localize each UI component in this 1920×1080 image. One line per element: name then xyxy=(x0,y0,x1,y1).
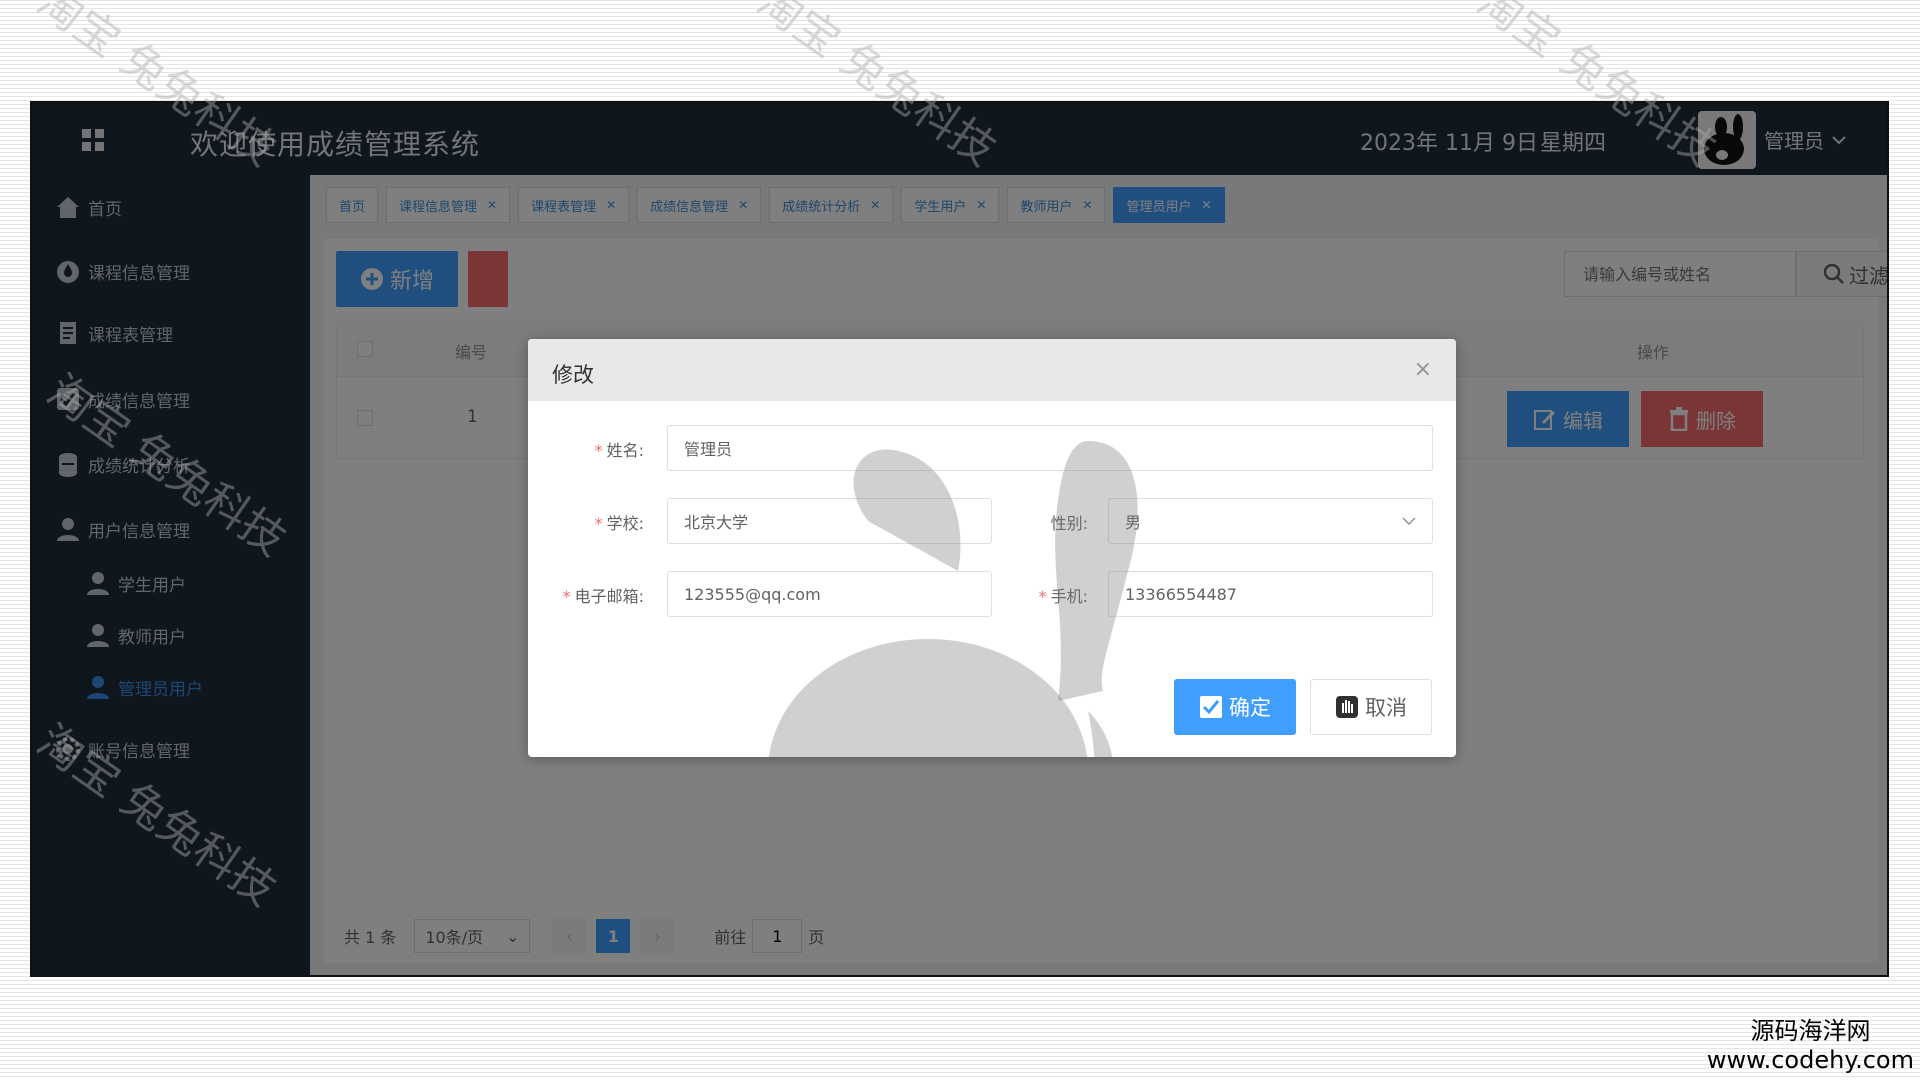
school-label-text: 学校: xyxy=(606,514,644,533)
email-field[interactable]: 123555@qq.com xyxy=(667,571,992,617)
school-value: 北京大学 xyxy=(684,513,749,532)
source-line-2: www.codehy.com xyxy=(1706,1046,1914,1074)
gender-label: 性别: xyxy=(998,510,1088,534)
app-window: 欢迎使用成绩管理系统 2023年 11月 9日 星期四 管理员 首页 课程信息管… xyxy=(30,101,1889,977)
source-line-1: 源码海洋网 xyxy=(1750,1017,1871,1045)
dialog-header: 修改 × xyxy=(528,339,1456,401)
phone-label: * 手机: xyxy=(1038,587,1088,606)
name-value: 管理员 xyxy=(684,440,733,459)
name-label: * 姓名: xyxy=(594,441,644,460)
close-icon[interactable]: × xyxy=(1414,357,1432,382)
phone-label-text: 手机: xyxy=(1050,587,1088,606)
edit-dialog: 修改 × * 姓名: 管理员 * 学校: 北京大学 性别: 男 * 电子邮箱: 123… xyxy=(528,339,1456,757)
dialog-title: 修改 xyxy=(552,363,594,387)
school-label: * 学校: xyxy=(594,514,644,533)
gender-label-text: 性别: xyxy=(1050,514,1088,533)
name-field[interactable]: 管理员 xyxy=(667,425,1433,471)
email-label: * 电子邮箱: xyxy=(562,587,644,606)
email-label-text: 电子邮箱: xyxy=(574,587,644,606)
confirm-button[interactable]: 确定 xyxy=(1174,679,1296,735)
phone-field[interactable]: 13366554487 xyxy=(1108,571,1433,617)
confirm-label: 确定 xyxy=(1229,697,1271,720)
phone-value: 13366554487 xyxy=(1125,584,1237,604)
cancel-button[interactable]: 取消 xyxy=(1310,679,1432,735)
school-field[interactable]: 北京大学 xyxy=(667,498,992,544)
cancel-label: 取消 xyxy=(1365,697,1407,720)
name-label-text: 姓名: xyxy=(606,441,644,460)
gender-value: 男 xyxy=(1125,513,1142,532)
gender-select[interactable]: 男 xyxy=(1108,498,1433,544)
hand-stop-icon xyxy=(1336,696,1358,718)
email-value: 123555@qq.com xyxy=(684,584,821,604)
check-icon xyxy=(1200,696,1222,718)
source-credit: 源码海洋网 www.codehy.com xyxy=(1707,1011,1914,1074)
chevron-down-icon xyxy=(1402,517,1416,526)
